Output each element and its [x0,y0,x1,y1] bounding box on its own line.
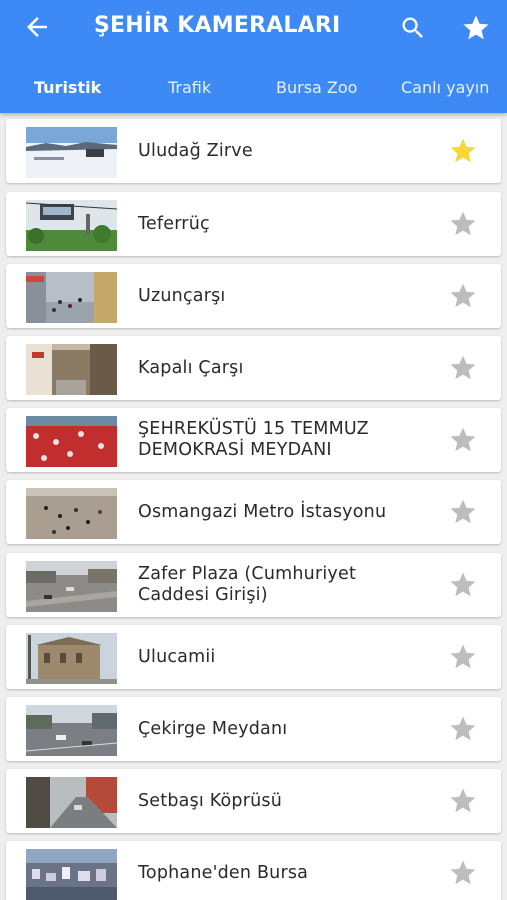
camera-card-tophane-den-bursa[interactable]: Tophane'den Bursa [6,841,501,900]
star-icon[interactable] [448,642,478,672]
camera-name-line: Tophane'den Bursa [138,862,309,883]
camera-name: Tophane'den Bursa [138,841,438,900]
camera-thumbnail [26,127,117,178]
camera-card-kapali-carsi[interactable]: Kapalı Çarşı [6,336,501,400]
camera-list[interactable]: Uludağ Zirve Teferrüç Uzunçarşı Kapalı Ç… [0,117,507,900]
camera-name: Setbaşı Köprüsü [138,769,438,833]
page-title: ŞEHİR KAMERALARI [94,13,341,38]
camera-name-line: Setbaşı Köprüsü [138,790,283,811]
camera-name-line: Uludağ Zirve [138,140,253,161]
star-icon[interactable] [448,786,478,816]
back-arrow-icon[interactable] [22,12,52,42]
camera-thumbnail [26,705,117,756]
camera-thumbnail [26,561,117,612]
camera-thumbnail [26,416,117,467]
star-icon[interactable] [448,570,478,600]
star-icon[interactable] [448,714,478,744]
camera-name: Uzunçarşı [138,264,438,328]
star-icon[interactable] [448,209,478,239]
camera-thumbnail [26,272,117,323]
camera-name-line: Caddesi Girişi) [138,585,268,605]
tab-bursa-zoo[interactable]: Bursa Zoo [276,76,357,100]
camera-name: Ulucamii [138,625,438,689]
camera-name-line: DEMOKRASİ MEYDANI [138,440,332,460]
camera-name: Osmangazi Metro İstasyonu [138,480,438,544]
favorite-star-icon[interactable] [448,136,478,166]
camera-name-line: Çekirge Meydanı [138,718,288,739]
app-bar: ŞEHİR KAMERALARI Turistik Trafik Bursa Z… [0,0,507,113]
star-icon[interactable] [448,497,478,527]
camera-card-ulucamii[interactable]: Ulucamii [6,625,501,689]
star-icon[interactable] [448,425,478,455]
camera-thumbnail [26,849,117,900]
camera-card-zafer-plaza-cumhuriyet-caddesi-girisi[interactable]: Zafer Plaza (Cumhuriyet Caddesi Girişi) [6,553,501,617]
camera-thumbnail [26,344,117,395]
camera-card-uzuncarsi[interactable]: Uzunçarşı [6,264,501,328]
camera-card-sehrekustu-15-temmuz-demokrasi-meydani[interactable]: ŞEHREKÜSTÜ 15 TEMMUZ DEMOKRASİ MEYDANI [6,408,501,472]
camera-thumbnail [26,200,117,251]
tab-bar: Turistik Trafik Bursa Zoo Canlı yayın [0,68,507,108]
camera-name: Uludağ Zirve [138,119,438,183]
camera-card-setbasi-koprusu[interactable]: Setbaşı Köprüsü [6,769,501,833]
star-icon[interactable] [448,281,478,311]
camera-name: Teferrüç [138,192,438,256]
camera-card-osmangazi-metro-istasyonu[interactable]: Osmangazi Metro İstasyonu [6,480,501,544]
camera-thumbnail [26,488,117,539]
camera-card-uludag-zirve[interactable]: Uludağ Zirve [6,119,501,183]
tab-trafik[interactable]: Trafik [168,76,211,100]
camera-name: ŞEHREKÜSTÜ 15 TEMMUZ DEMOKRASİ MEYDANI [138,408,438,472]
camera-card-cekirge-meydani[interactable]: Çekirge Meydanı [6,697,501,761]
tab-canli-yayin[interactable]: Canlı yayın [401,76,489,100]
camera-name-line: Ulucamii [138,646,216,667]
camera-thumbnail [26,777,117,828]
camera-name-line: ŞEHREKÜSTÜ 15 TEMMUZ [138,419,369,439]
camera-name-line: Osmangazi Metro İstasyonu [138,501,387,522]
camera-thumbnail [26,633,117,684]
star-icon[interactable] [448,353,478,383]
search-icon[interactable] [399,14,427,42]
star-icon[interactable] [448,858,478,888]
camera-name-line: Teferrüç [138,213,210,234]
camera-card-teferruc[interactable]: Teferrüç [6,192,501,256]
camera-name-line: Kapalı Çarşı [138,357,244,378]
camera-name-line: Uzunçarşı [138,285,226,306]
favorites-star-icon[interactable] [461,13,491,43]
tab-turistik[interactable]: Turistik [34,76,101,100]
camera-name: Çekirge Meydanı [138,697,438,761]
camera-name: Zafer Plaza (Cumhuriyet Caddesi Girişi) [138,553,438,617]
camera-name: Kapalı Çarşı [138,336,438,400]
camera-name-line: Zafer Plaza (Cumhuriyet [138,564,357,584]
